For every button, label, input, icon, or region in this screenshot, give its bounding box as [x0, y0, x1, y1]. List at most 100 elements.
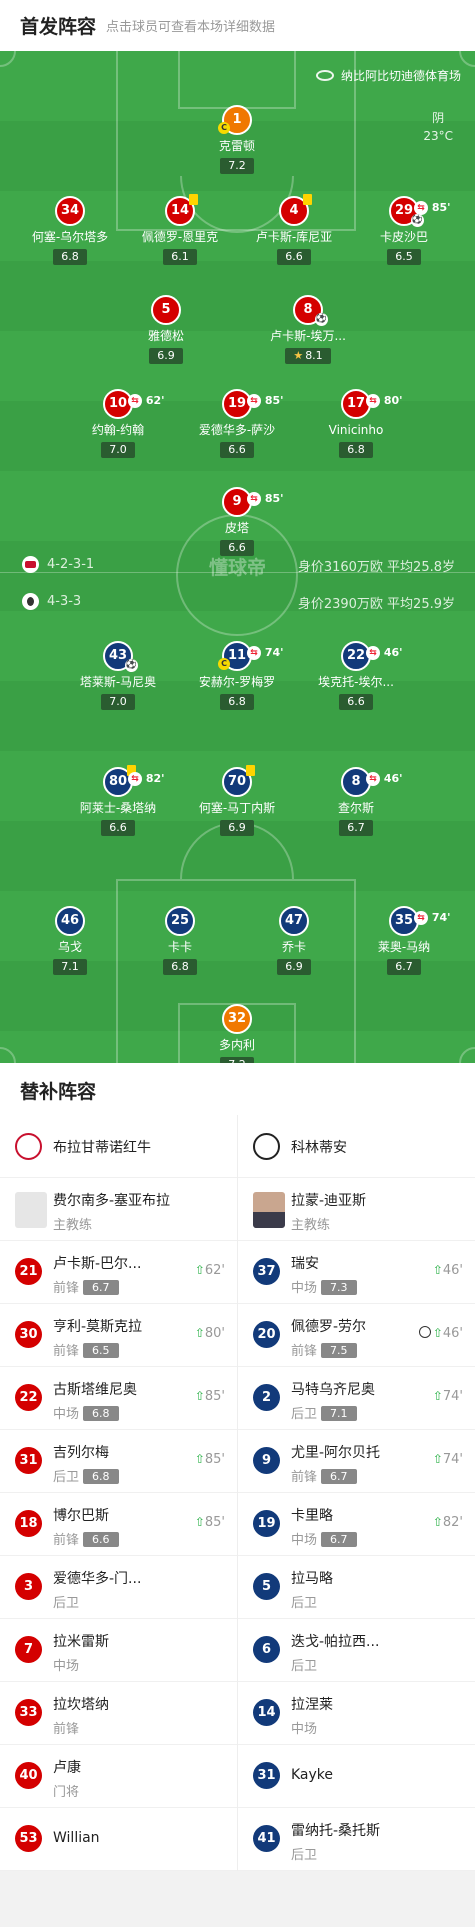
substitution-time: 85' — [261, 394, 284, 407]
player-name: 埃克托-埃尔... — [318, 675, 394, 689]
sub-player-row[interactable]: 53 Willian — [0, 1808, 237, 1871]
player-home-17[interactable]: 17 ⇆ 80' Vinicinho 6.8 — [291, 389, 421, 458]
sub-player-row[interactable]: 2 马特乌齐尼奥 后卫 7.1 ⇧74' — [238, 1367, 475, 1430]
away-formation: 4-3-3 — [22, 593, 81, 610]
sub-player-position-text: 前锋 — [291, 1344, 318, 1359]
substitution-time: 46' — [380, 772, 403, 785]
sub-player-row[interactable]: 7 拉米雷斯 中场 — [0, 1619, 237, 1682]
sub-player-row[interactable]: 31 吉列尔梅 后卫 6.8 ⇧85' — [0, 1430, 237, 1493]
sub-player-row[interactable]: 37 瑞安 中场 7.3 ⇧46' — [238, 1241, 475, 1304]
sub-in-arrow-icon: ⇧ — [194, 1326, 205, 1340]
player-rating: 7.0 — [101, 694, 135, 710]
substitution: ⇆ 74' — [247, 640, 284, 666]
sub-player-position: 前锋 6.6 — [53, 1529, 119, 1548]
sub-player-position-text: 后卫 — [53, 1596, 80, 1611]
coach-row[interactable]: 费尔南多-塞亚布拉 主教练 — [0, 1178, 237, 1241]
sub-player-row[interactable]: 20 佩德罗-劳尔 前锋 7.5 ⇧46' — [238, 1304, 475, 1367]
player-name: 约翰-约翰 — [91, 423, 145, 437]
player-number-badge: 46 — [55, 906, 85, 936]
sub-player-rating: 7.3 — [321, 1280, 357, 1295]
coach-row[interactable]: 拉蒙-迪亚斯 主教练 — [238, 1178, 475, 1241]
player-away-25[interactable]: 25 卡卡 6.8 — [115, 906, 245, 975]
coach-role: 主教练 — [291, 1218, 331, 1233]
player-home-8[interactable]: 8 ⚽ 卢卡斯-埃万... ★ 8.1 — [243, 295, 373, 364]
weather: 阴 23°C — [423, 109, 453, 145]
player-number-badge: 11 C ⇆ 74' — [218, 641, 284, 671]
player-rating-value: 7.1 — [61, 960, 79, 973]
sub-player-position: 中场 — [291, 1718, 317, 1737]
subs-team-name: 布拉甘蒂诺红牛 — [53, 1140, 151, 1156]
sub-player-row[interactable]: 5 拉马略 后卫 — [238, 1556, 475, 1619]
sub-player-row[interactable]: 41 雷纳托-桑托斯 后卫 — [238, 1808, 475, 1871]
player-rating-value: 6.7 — [347, 821, 365, 834]
sub-in-time: ⇧85' — [195, 1389, 225, 1404]
player-number-badge: 25 — [165, 906, 195, 936]
player-home-10[interactable]: 10 ⇆ 62' 约翰-约翰 7.0 — [53, 389, 183, 458]
player-home-19[interactable]: 19 ⇆ 85' 爱德华多-萨沙 6.6 — [172, 389, 302, 458]
player-number-badge: 10 ⇆ 62' — [103, 389, 165, 419]
player-rating: 6.9 — [149, 348, 183, 364]
goal-ball-icon — [418, 1326, 431, 1338]
sub-in-arrow-icon: ⇧ — [432, 1326, 443, 1340]
player-rating-value: 6.5 — [395, 250, 413, 263]
sub-in-arrow-icon: ⇧ — [432, 1515, 443, 1529]
sub-player-position-text: 后卫 — [291, 1407, 318, 1422]
player-rating-value: 6.8 — [347, 443, 365, 456]
substitution-out-icon: ⇆ — [414, 201, 428, 215]
subs-team-row: 科林蒂安 — [238, 1115, 475, 1178]
sub-player-row[interactable]: 40 卢康 门将 — [0, 1745, 237, 1808]
sub-player-row[interactable]: 14 拉涅莱 中场 — [238, 1682, 475, 1745]
player-away-32[interactable]: 32多内利7.2 — [172, 1004, 302, 1063]
player-away-22[interactable]: 22 ⇆ 46' 埃克托-埃尔... 6.6 — [291, 641, 421, 710]
player-rating-value: 6.6 — [228, 443, 246, 456]
sub-player-row[interactable]: 3 爱德华多-门... 后卫 — [0, 1556, 237, 1619]
player-rating-value: 6.6 — [109, 821, 127, 834]
sub-player-row[interactable]: 22 古斯塔维尼奥 中场 6.8 ⇧85' — [0, 1367, 237, 1430]
sub-player-row[interactable]: 19 卡里略 中场 6.7 ⇧82' — [238, 1493, 475, 1556]
sub-player-row[interactable]: 33 拉坎塔纳 前锋 — [0, 1682, 237, 1745]
player-rating: 6.5 — [387, 249, 421, 265]
coach-name: 费尔南多-塞亚布拉 — [53, 1193, 171, 1209]
substitution-time: 74' — [428, 911, 451, 924]
captain-icon: C — [218, 658, 230, 670]
player-home-9[interactable]: 9 ⇆ 85' 皮塔 6.6 — [172, 487, 302, 556]
player-number: 34 — [60, 203, 80, 218]
player-number-badge: 43 ⚽ — [103, 641, 138, 672]
sub-player-row[interactable]: 21 卢卡斯-巴尔... 前锋 6.7 ⇧62' — [0, 1241, 237, 1304]
player-number: 80 — [108, 774, 128, 789]
sub-player-position-text: 前锋 — [291, 1470, 318, 1485]
sub-player-row[interactable]: 6 迭戈-帕拉西... 后卫 — [238, 1619, 475, 1682]
sub-player-row[interactable]: 9 尤里-阿尔贝托 前锋 6.7 ⇧74' — [238, 1430, 475, 1493]
home-subs-column: 布拉甘蒂诺红牛 费尔南多-塞亚布拉 主教练 21 卢卡斯-巴尔... 前锋 6.7 ⇧62' 3… — [0, 1115, 237, 1871]
yellow-card-icon — [303, 194, 312, 205]
sub-player-row[interactable]: 18 博尔巴斯 前锋 6.6 ⇧85' — [0, 1493, 237, 1556]
sub-player-row[interactable]: 30 亨利-莫斯克拉 前锋 6.5 ⇧80' — [0, 1304, 237, 1367]
player-number-badge: 14 — [165, 194, 198, 226]
sub-in-arrow-icon: ⇧ — [194, 1263, 205, 1277]
player-away-35[interactable]: 35 ⇆ 74' 莱奥-马纳 6.7 — [339, 906, 469, 975]
sub-player-row[interactable]: 31 Kayke — [238, 1745, 475, 1808]
sub-player-name: 拉马略 — [291, 1571, 333, 1587]
sub-player-position: 前锋 6.7 — [291, 1466, 357, 1485]
sub-in-minute: 82' — [442, 1515, 463, 1530]
substitution: ⇆ 46' — [366, 766, 403, 792]
player-home-5[interactable]: 5 雅德松 6.9 — [101, 295, 231, 364]
player-name: Vinicinho — [328, 423, 384, 437]
substitution-time: 82' — [142, 772, 165, 785]
player-away-11[interactable]: 11 C ⇆ 74' 安赫尔-罗梅罗 6.8 — [172, 641, 302, 710]
player-away-70[interactable]: 70 何塞-马丁内斯 6.9 — [172, 765, 302, 836]
sub-player-rating: 6.8 — [83, 1406, 119, 1421]
home-formation: 4-2-3-1 — [22, 556, 94, 573]
substitution-time: 85' — [428, 201, 451, 214]
player-number-badge: 47 — [279, 906, 309, 936]
player-away-8[interactable]: 8 ⇆ 46' 查尔斯 6.7 — [291, 767, 421, 836]
player-home-1[interactable]: 1 C 克雷顿 7.2 — [172, 105, 302, 174]
sub-player-name: 卡里略 — [291, 1508, 333, 1524]
page-subtitle: 点击球员可查看本场详细数据 — [106, 20, 276, 35]
player-rating: 6.6 — [339, 694, 373, 710]
player-home-14[interactable]: 14 佩德罗-恩里克 6.1 — [115, 194, 245, 265]
player-away-43[interactable]: 43 ⚽ 塔莱斯-马尼奥 7.0 — [53, 641, 183, 710]
coach-name: 拉蒙-迪亚斯 — [291, 1193, 367, 1209]
player-away-80[interactable]: 80 ⇆ 82' 阿莱士-桑塔纳 6.6 — [53, 765, 183, 836]
player-home-29[interactable]: 29 ⚽ ⇆ 85' 卡皮沙巴 6.5 — [339, 196, 469, 265]
